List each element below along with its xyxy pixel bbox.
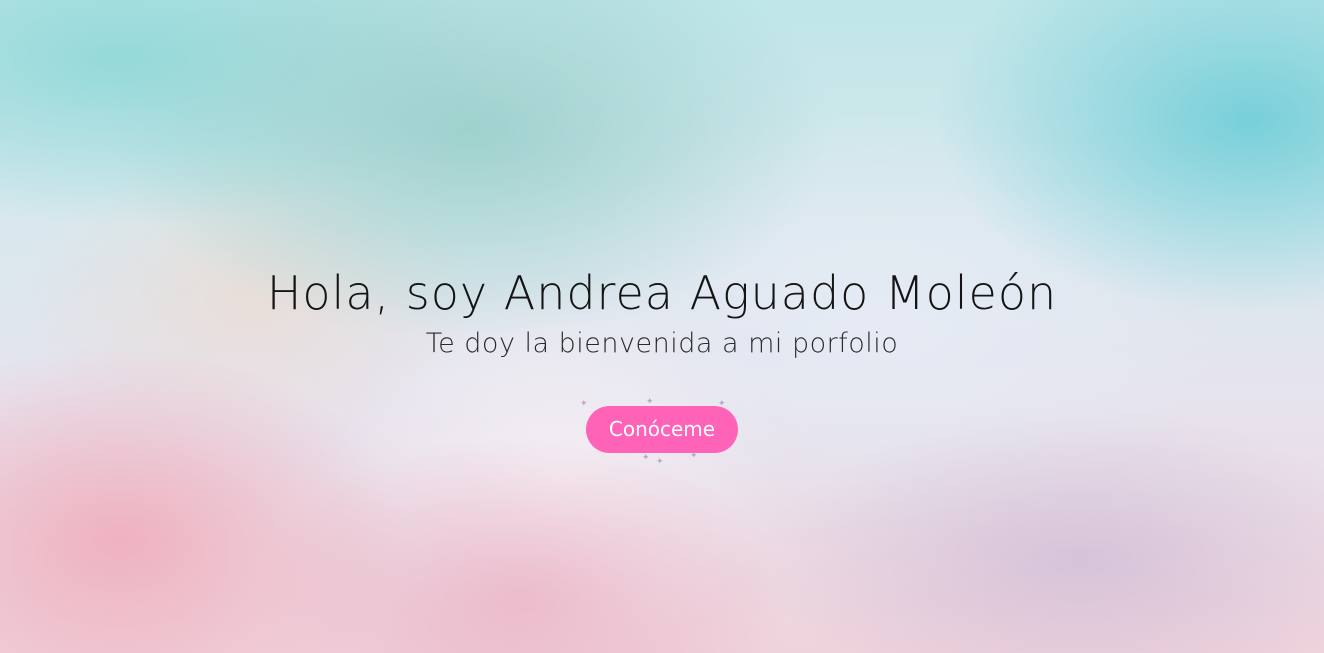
conoceme-button-label: Conóceme (608, 417, 716, 441)
sparkle-icon: ✦ (646, 397, 654, 407)
hero-subtitle: Te doy la bienvenida a mi porfolio (425, 328, 899, 359)
cta-wrapper: Conóceme ✦ ✦ ✦ ✦ ✦ ✦ (0, 398, 1324, 467)
sparkle-icon: ✦ (580, 399, 588, 409)
hero-content: Hola, soy Andrea Aguado Moleón Te doy la… (0, 262, 1324, 467)
hero-title: Hola, soy Andrea Aguado Moleón (266, 266, 1058, 320)
hero-section: Hola, soy Andrea Aguado Moleón Te doy la… (0, 0, 1324, 653)
conoceme-button[interactable]: Conóceme ✦ ✦ ✦ ✦ ✦ ✦ (580, 398, 738, 467)
sparkle-icon: ✦ (718, 399, 726, 409)
